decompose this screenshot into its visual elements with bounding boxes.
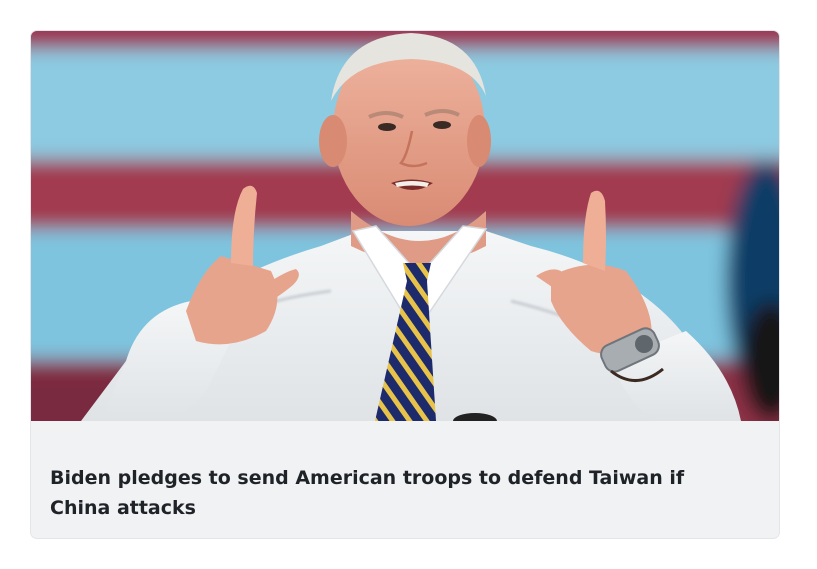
news-card[interactable]: Biden pledges to send American troops to…	[31, 31, 779, 538]
article-headline[interactable]: Biden pledges to send American troops to…	[50, 463, 750, 523]
article-photo[interactable]	[31, 31, 779, 421]
